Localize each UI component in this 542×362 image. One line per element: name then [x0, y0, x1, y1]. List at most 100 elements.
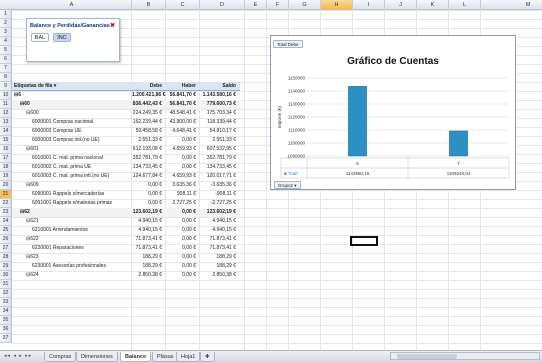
pivot-row[interactable]: ⊟623 188,29 € 0,00 € 188,29 €: [12, 253, 240, 262]
column-header-h[interactable]: H: [321, 0, 353, 10]
column-header-l[interactable]: L: [449, 0, 481, 10]
haber-value: 0,00 €: [182, 245, 196, 251]
column-header-c[interactable]: C: [166, 0, 200, 10]
pivot-row[interactable]: ⊟600 224.249,35 € 48.548,41 € 175.703,34 €: [12, 109, 240, 118]
row-header-30[interactable]: 30: [0, 271, 12, 280]
tab-dimensiones[interactable]: Dimensiones: [76, 352, 118, 362]
pivot-row[interactable]: 6000001 Compras nacional 162.239,44 € 43.9…: [12, 118, 240, 127]
row-header-29[interactable]: 29: [0, 262, 12, 271]
tab-hoja1[interactable]: Hoja1: [176, 352, 201, 362]
row-label: ⊟601: [26, 146, 39, 152]
column-header-a[interactable]: A: [12, 0, 132, 10]
row-header-16[interactable]: 16: [0, 145, 12, 154]
slicer-item-inc[interactable]: INC: [53, 33, 71, 42]
pivot-row[interactable]: 6230001 Asesorías profesionales 188,29 € 0…: [12, 262, 240, 271]
tab-navigation-arrows[interactable]: ◂◂ ◂ ▸ ▸▸: [4, 353, 32, 359]
row-header-21[interactable]: 21: [0, 190, 12, 199]
row-header-5[interactable]: 5: [0, 46, 12, 55]
row-header-2[interactable]: 2: [0, 19, 12, 28]
tab-compras[interactable]: Compras: [44, 352, 77, 362]
row-header-20[interactable]: 20: [0, 181, 12, 190]
row-header-19[interactable]: 19: [0, 172, 12, 181]
row-header-32[interactable]: 32: [0, 289, 12, 298]
row-header-12[interactable]: 12: [0, 109, 12, 118]
pivot-row[interactable]: 6010003 C. mat. prima intl.(no UE) 124.67…: [12, 172, 240, 181]
column-header-j[interactable]: J: [385, 0, 417, 10]
slicer-panel[interactable]: Balance y Perdidas/Ganancias ✖ BAL INC: [26, 18, 120, 62]
active-cell[interactable]: [350, 236, 378, 246]
clear-filter-icon[interactable]: ✖: [110, 22, 115, 29]
pivot-row[interactable]: ⊟609 0,00 € 3.635,36 € -3.635,36 €: [12, 181, 240, 190]
pivot-row[interactable]: ⊟60 836.442,43 € 56.841,70 € 779.600,73 €: [12, 100, 240, 109]
row-header-11[interactable]: 11: [0, 100, 12, 109]
pivot-row[interactable]: 6091001 Rappels s/materias primas 0,00 € 2…: [12, 199, 240, 208]
pivot-row[interactable]: 6210001 Arrendamientos 4.940,15 € 0,00 € 4.…: [12, 226, 240, 235]
row-header-14[interactable]: 14: [0, 127, 12, 136]
row-header-34[interactable]: 34: [0, 307, 12, 316]
row-header-10[interactable]: 10: [0, 91, 12, 100]
column-header-g[interactable]: G: [289, 0, 321, 10]
column-header-m[interactable]: M: [481, 0, 542, 10]
row-header-7[interactable]: 7: [0, 64, 12, 73]
row-header-24[interactable]: 24: [0, 217, 12, 226]
row-header-8[interactable]: 8: [0, 73, 12, 82]
pivot-row[interactable]: 6000003 Compras intl.(no UE) 2.551,33 € 0,…: [12, 136, 240, 145]
row-label: ⊟623: [26, 254, 39, 260]
row-header-6[interactable]: 6: [0, 55, 12, 64]
tab-balance[interactable]: Balance: [120, 352, 152, 362]
pivot-header-row[interactable]: Etiquetas de fila ▾ Debe Haber Saldo: [12, 82, 240, 91]
row-header-18[interactable]: 18: [0, 163, 12, 172]
tab-plasas[interactable]: Plásas: [152, 352, 179, 362]
debe-value: 123.602,19 €: [132, 209, 162, 215]
column-header-e[interactable]: E: [245, 0, 267, 10]
haber-value: 0,00 €: [182, 263, 196, 269]
row-header-23[interactable]: 23: [0, 208, 12, 217]
column-header-f[interactable]: F: [267, 0, 289, 10]
pivot-row[interactable]: ⊟624 2.850,38 € 0,00 € 2.850,38 €: [12, 271, 240, 280]
row-header-28[interactable]: 28: [0, 253, 12, 262]
row-label: ⊟6: [14, 92, 21, 98]
column-header-k[interactable]: K: [417, 0, 449, 10]
row-header-25[interactable]: 25: [0, 226, 12, 235]
row-header-4[interactable]: 4: [0, 37, 12, 46]
pivot-row[interactable]: ⊟6 1.200.421,86 €56.841,70 € 1.143.580,16 …: [12, 91, 240, 100]
pivot-row[interactable]: ⊟601 612.193,08 € 4.659,93 € 607.532,95 €: [12, 145, 240, 154]
row-header-13[interactable]: 13: [0, 118, 12, 127]
row-label: 6091001 Rappels s/materias primas: [32, 200, 113, 206]
saldo-value: 4.940,15 €: [212, 227, 236, 233]
haber-value: 0,00 €: [182, 209, 196, 215]
row-label: ⊟622: [26, 236, 39, 242]
row-header-33[interactable]: 33: [0, 298, 12, 307]
row-header-26[interactable]: 26: [0, 235, 12, 244]
chart-field-button-axis[interactable]: Grupo2 ▾: [274, 181, 301, 189]
pivot-chart[interactable]: Total Debe Gráfico de Cuentas 1150000 114…: [270, 35, 516, 190]
row-header-22[interactable]: 22: [0, 199, 12, 208]
horizontal-scrollbar[interactable]: [390, 352, 540, 360]
slicer-item-bal[interactable]: BAL: [31, 33, 49, 42]
row-header-31[interactable]: 31: [0, 280, 12, 289]
pivot-row[interactable]: 6220001 Reparaciones 71.873,41 € 0,00 € 71.…: [12, 244, 240, 253]
pivot-row[interactable]: ⊟621 4.940,15 € 0,00 € 4.940,15 €: [12, 217, 240, 226]
row-header-36[interactable]: 36: [0, 325, 12, 334]
column-header-i[interactable]: I: [353, 0, 385, 10]
row-header-37[interactable]: 37: [0, 334, 12, 343]
row-header-1[interactable]: 1: [0, 10, 12, 19]
saldo-value: 1.143.580,16 €: [202, 92, 236, 98]
column-header-b[interactable]: B: [132, 0, 166, 10]
pivot-row[interactable]: 6090001 Rappels s/mercaderías 0,00 € 908,1…: [12, 190, 240, 199]
row-header-27[interactable]: 27: [0, 244, 12, 253]
pivot-row[interactable]: 6000002 Compras UE 59.458,58 € 4.648,41 € 5…: [12, 127, 240, 136]
new-sheet-icon[interactable]: ✚: [200, 352, 215, 362]
row-header-9[interactable]: 9: [0, 82, 12, 91]
row-header-3[interactable]: 3: [0, 28, 12, 37]
row-header-35[interactable]: 35: [0, 316, 12, 325]
haber-value: 0,00 €: [182, 272, 196, 278]
row-header-15[interactable]: 15: [0, 136, 12, 145]
pivot-row[interactable]: ⊟622 71.873,41 € 0,00 € 71.873,41 €: [12, 235, 240, 244]
pivot-row[interactable]: 6010002 C. mat. prima UE 134.733,45 € 0,00…: [12, 163, 240, 172]
pivot-row[interactable]: ⊟62 123.602,19 € 0,00 € 123.602,19 €: [12, 208, 240, 217]
scrollbar-thumb[interactable]: [397, 354, 457, 359]
row-header-17[interactable]: 17: [0, 154, 12, 163]
pivot-row[interactable]: 6010001 C. mat. prima nacional 352.781,79…: [12, 154, 240, 163]
column-header-d[interactable]: D: [200, 0, 245, 10]
